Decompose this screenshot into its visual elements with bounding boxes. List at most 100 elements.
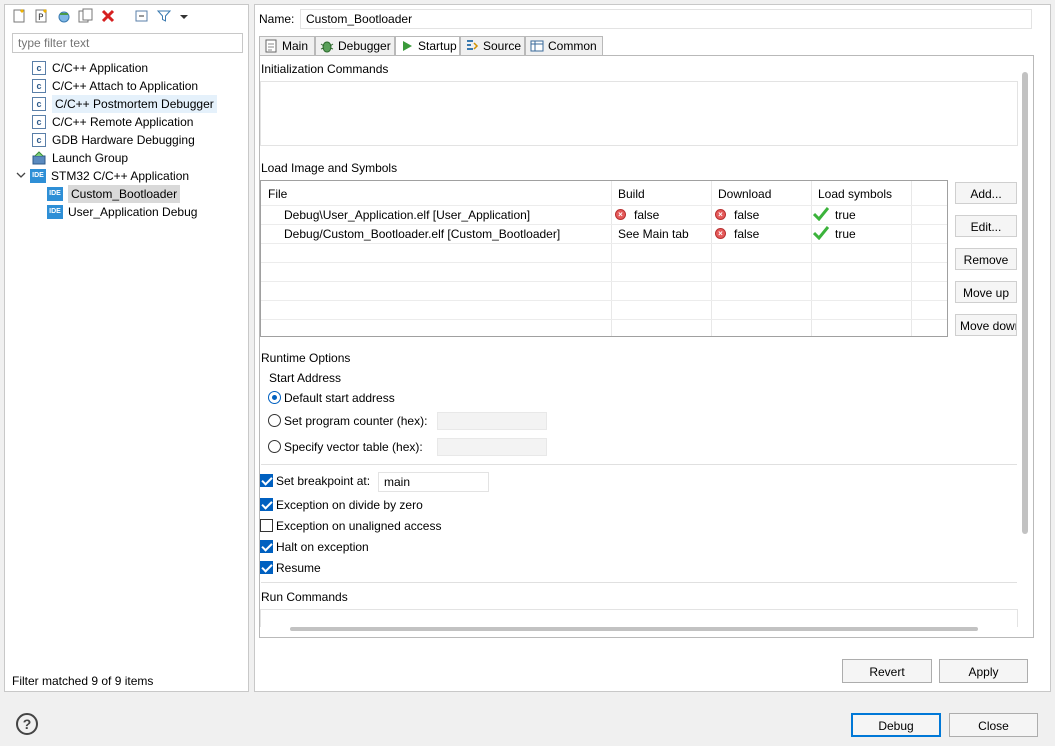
- cell-load-symbols[interactable]: true: [812, 207, 856, 223]
- ide-icon: IDE: [47, 186, 63, 201]
- load-image-title: Load Image and Symbols: [261, 161, 398, 175]
- halt-on-exception-label: Halt on exception: [276, 540, 369, 554]
- tab-label: Main: [282, 39, 309, 53]
- table-row[interactable]: Debug\User_Application.elf [User_Applica…: [284, 207, 530, 223]
- column-header-download[interactable]: Download: [718, 187, 771, 201]
- tree-item-c-postmortem[interactable]: c C/C++ Postmortem Debugger: [32, 95, 217, 113]
- error-icon: ×: [715, 209, 726, 221]
- cell-symbols-value: true: [835, 208, 856, 222]
- tree-item-label: GDB Hardware Debugging: [52, 133, 195, 147]
- program-counter-field: [437, 412, 547, 430]
- init-commands-title: Initialization Commands: [261, 62, 389, 76]
- tree-item-user-application-debug[interactable]: IDE User_Application Debug: [47, 203, 197, 221]
- export-icon[interactable]: [56, 8, 72, 24]
- resume-label: Resume: [276, 561, 321, 575]
- c-app-icon: c: [32, 132, 46, 147]
- table-icon: [530, 39, 544, 53]
- error-icon: ×: [715, 228, 726, 240]
- column-header-load-symbols[interactable]: Load symbols: [818, 187, 892, 201]
- edit-button[interactable]: Edit...: [955, 215, 1017, 237]
- exception-divide-by-zero-checkbox[interactable]: [260, 498, 273, 511]
- new-prototype-icon[interactable]: P: [34, 8, 50, 24]
- default-start-address-radio[interactable]: [268, 391, 281, 404]
- vertical-scrollbar[interactable]: [1022, 72, 1028, 534]
- run-commands-textarea[interactable]: [260, 609, 1018, 627]
- filter-icon[interactable]: [156, 8, 172, 24]
- remove-button[interactable]: Remove: [955, 248, 1017, 270]
- halt-on-exception-checkbox[interactable]: [260, 540, 273, 553]
- cell-file: Debug/Custom_Bootloader.elf [Custom_Boot…: [284, 227, 561, 241]
- horizontal-scrollbar[interactable]: [290, 627, 978, 631]
- column-header-build[interactable]: Build: [618, 187, 645, 201]
- set-breakpoint-checkbox[interactable]: [260, 474, 273, 487]
- name-input[interactable]: [300, 9, 1032, 29]
- filter-status: Filter matched 9 of 9 items: [12, 674, 154, 688]
- runtime-options-title: Runtime Options: [261, 351, 351, 365]
- cell-download[interactable]: × false: [715, 207, 759, 223]
- column-header-file[interactable]: File: [268, 187, 287, 201]
- bug-icon: [320, 39, 334, 53]
- tab-source[interactable]: Source: [460, 36, 525, 56]
- row-divider: [261, 262, 947, 263]
- resume-checkbox[interactable]: [260, 561, 273, 574]
- source-icon: [465, 39, 479, 53]
- tree-item-label: C/C++ Application: [52, 61, 149, 75]
- tree-item-label: C/C++ Attach to Application: [52, 79, 199, 93]
- page-icon: [264, 39, 278, 53]
- launch-group-icon: [32, 151, 46, 165]
- new-config-icon[interactable]: [12, 8, 28, 24]
- tree-item-stm32[interactable]: IDE STM32 C/C++ Application: [16, 167, 189, 185]
- c-app-icon: c: [32, 78, 46, 93]
- name-label: Name:: [259, 12, 295, 26]
- revert-button[interactable]: Revert: [842, 659, 932, 683]
- dropdown-arrow-icon[interactable]: [176, 8, 192, 24]
- tree-item-c-attach[interactable]: c C/C++ Attach to Application: [32, 77, 198, 95]
- tree-item-gdb-hardware[interactable]: c GDB Hardware Debugging: [32, 131, 195, 149]
- specify-vector-table-radio[interactable]: [268, 440, 281, 453]
- duplicate-icon[interactable]: [78, 8, 94, 24]
- tab-label: Startup: [418, 39, 457, 53]
- tree-item-label: STM32 C/C++ Application: [51, 169, 190, 183]
- c-app-icon: c: [32, 96, 46, 111]
- cell-load-symbols[interactable]: true: [812, 226, 856, 242]
- cell-build-value: See Main tab: [618, 227, 689, 241]
- cell-download-value: false: [734, 227, 760, 241]
- chevron-down-icon[interactable]: [16, 167, 30, 185]
- tab-label: Debugger: [338, 39, 391, 53]
- row-divider: [261, 205, 947, 206]
- svg-text:P: P: [38, 13, 44, 23]
- apply-button[interactable]: Apply: [939, 659, 1028, 683]
- exception-divide-by-zero-label: Exception on divide by zero: [276, 498, 423, 512]
- tree-item-custom-bootloader[interactable]: IDE Custom_Bootloader: [47, 185, 181, 203]
- tab-main[interactable]: Main: [259, 36, 315, 56]
- cell-build[interactable]: See Main tab: [618, 226, 689, 242]
- filter-input[interactable]: [12, 33, 243, 53]
- specify-vector-table-label: Specify vector table (hex):: [284, 440, 423, 454]
- tree-item-c-application[interactable]: c C/C++ Application: [32, 59, 148, 77]
- delete-icon[interactable]: [100, 8, 116, 24]
- c-app-icon: c: [32, 60, 46, 75]
- checkmark-icon: [812, 226, 830, 241]
- exception-unaligned-access-checkbox[interactable]: [260, 519, 273, 532]
- group-divider: [261, 582, 1017, 583]
- move-down-button[interactable]: Move down: [955, 314, 1017, 336]
- cell-file: Debug\User_Application.elf [User_Applica…: [284, 208, 531, 222]
- tree-item-c-remote[interactable]: c C/C++ Remote Application: [32, 113, 193, 131]
- close-button[interactable]: Close: [949, 713, 1038, 737]
- breakpoint-input[interactable]: [378, 472, 489, 492]
- debug-button[interactable]: Debug: [851, 713, 941, 737]
- table-row[interactable]: Debug/Custom_Bootloader.elf [Custom_Boot…: [284, 226, 560, 242]
- tab-debugger[interactable]: Debugger: [315, 36, 395, 56]
- row-divider: [261, 224, 947, 225]
- tab-common[interactable]: Common: [525, 36, 603, 56]
- set-program-counter-radio[interactable]: [268, 414, 281, 427]
- tab-startup[interactable]: Startup: [395, 36, 460, 57]
- add-button[interactable]: Add...: [955, 182, 1017, 204]
- cell-download[interactable]: × false: [715, 226, 759, 242]
- help-icon[interactable]: ?: [16, 713, 38, 735]
- cell-build[interactable]: × false: [615, 207, 659, 223]
- collapse-all-icon[interactable]: [134, 8, 150, 24]
- init-commands-textarea[interactable]: [260, 81, 1018, 146]
- move-up-button[interactable]: Move up: [955, 281, 1017, 303]
- tree-item-launch-group[interactable]: Launch Group: [32, 149, 128, 167]
